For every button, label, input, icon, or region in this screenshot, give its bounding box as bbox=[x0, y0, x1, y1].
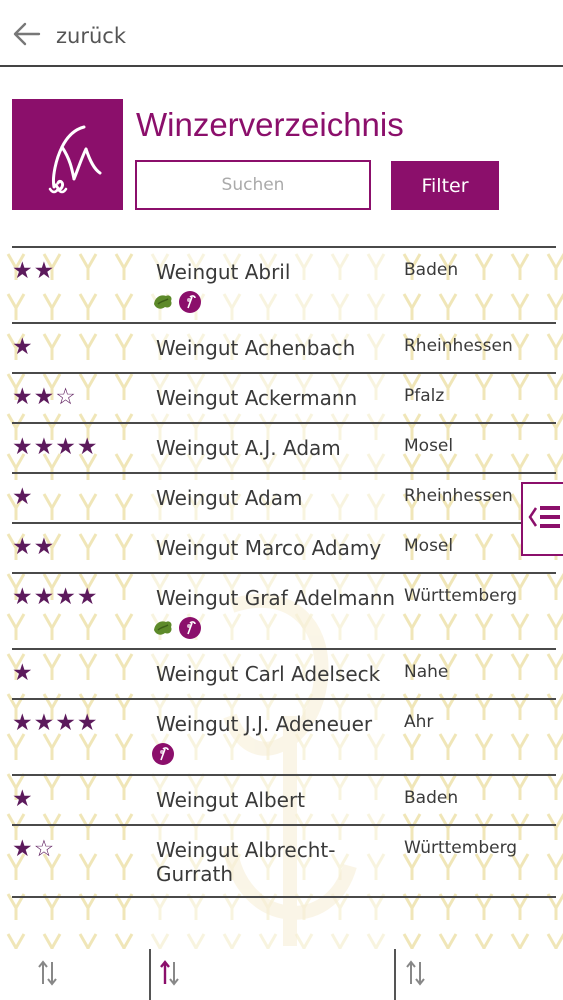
winery-row[interactable]: ★★★★ Weingut J.J. Adeneuer Ahr bbox=[12, 698, 556, 774]
star-rating: ★☆ bbox=[12, 836, 56, 862]
sort-divider bbox=[149, 949, 151, 1000]
winery-name: Weingut Adam bbox=[156, 486, 303, 510]
back-label: zurück bbox=[56, 24, 126, 48]
sort-by-region-button[interactable] bbox=[404, 949, 563, 1000]
star-rating: ★ bbox=[12, 786, 34, 812]
winery-region: Nahe bbox=[404, 662, 449, 682]
star-rating: ★★★★ bbox=[12, 434, 99, 460]
organic-icon bbox=[151, 290, 175, 314]
search-input[interactable] bbox=[135, 160, 371, 210]
winery-row[interactable]: ★★★★ Weingut Graf Adelmann Württemberg bbox=[12, 572, 556, 648]
winery-row[interactable]: ★☆ Weingut Albrecht-Gurrath Württemberg bbox=[12, 824, 556, 898]
winery-row[interactable]: ★ Weingut Carl Adelseck Nahe bbox=[12, 648, 556, 698]
grape-icon bbox=[151, 742, 175, 766]
winery-name: Weingut J.J. Adeneuer bbox=[156, 712, 373, 736]
winery-row[interactable]: ★ Weingut Albert Baden bbox=[12, 774, 556, 824]
star-rating: ★★★★ bbox=[12, 584, 99, 610]
star-rating: ★ bbox=[12, 660, 34, 686]
top-bar: zurück bbox=[0, 0, 563, 67]
winery-region: Mosel bbox=[404, 436, 454, 456]
winery-region: Rheinhessen bbox=[404, 336, 513, 356]
winery-name: Weingut Abril bbox=[156, 260, 291, 284]
winery-list[interactable]: ★★ Weingut Abril Baden ★ Weingut Achenbach Rh… bbox=[0, 246, 563, 949]
back-button[interactable]: zurück bbox=[12, 16, 126, 56]
star-rating: ★★ bbox=[12, 258, 56, 284]
star-rating: ★★★★ bbox=[12, 710, 99, 736]
star-rating: ★★ bbox=[12, 534, 56, 560]
menu-icon bbox=[528, 500, 562, 538]
sort-icon bbox=[36, 958, 60, 992]
winery-row[interactable]: ★★☆ Weingut Ackermann Pfalz bbox=[12, 372, 556, 422]
winery-badges bbox=[151, 290, 202, 314]
grape-icon bbox=[178, 290, 202, 314]
winery-name: Weingut Achenbach bbox=[156, 336, 356, 360]
page-title: Winzerverzeichnis bbox=[136, 106, 404, 143]
winery-name: Weingut A.J. Adam bbox=[156, 436, 341, 460]
winery-region: Württemberg bbox=[404, 586, 518, 606]
winery-region: Baden bbox=[404, 788, 459, 808]
sort-divider bbox=[394, 949, 396, 1000]
sort-bar bbox=[0, 949, 563, 1000]
winery-region: Baden bbox=[404, 260, 459, 280]
app-logo bbox=[12, 99, 123, 210]
winery-badges bbox=[151, 742, 175, 766]
star-rating: ★★☆ bbox=[12, 384, 77, 410]
winery-row[interactable]: ★★ Weingut Abril Baden bbox=[12, 246, 556, 322]
winery-region: Pfalz bbox=[404, 386, 445, 406]
winery-name: Weingut Graf Adelmann bbox=[156, 586, 396, 610]
sort-icon-active bbox=[158, 958, 182, 992]
filter-button[interactable]: Filter bbox=[391, 161, 499, 210]
sort-by-name-button[interactable] bbox=[158, 949, 338, 1000]
winery-name: Weingut Ackermann bbox=[156, 386, 358, 410]
winery-name: Weingut Albert bbox=[156, 788, 306, 812]
winery-row[interactable]: ★★★★ Weingut A.J. Adam Mosel bbox=[12, 422, 556, 472]
winery-region: Rheinhessen bbox=[404, 486, 513, 506]
star-rating: ★ bbox=[12, 334, 34, 360]
side-menu-tab[interactable] bbox=[521, 482, 563, 556]
sort-icon bbox=[404, 958, 428, 992]
back-arrow-icon bbox=[12, 19, 42, 53]
winery-row[interactable]: ★ Weingut Adam Rheinhessen bbox=[12, 472, 556, 522]
grape-icon bbox=[178, 616, 202, 640]
winery-name: Weingut Marco Adamy bbox=[156, 536, 382, 560]
winery-name: Weingut Carl Adelseck bbox=[156, 662, 381, 686]
winery-badges bbox=[151, 616, 202, 640]
winery-region: Ahr bbox=[404, 712, 434, 732]
winery-row[interactable]: ★ Weingut Achenbach Rheinhessen bbox=[12, 322, 556, 372]
winery-region: Mosel bbox=[404, 536, 454, 556]
star-rating: ★ bbox=[12, 484, 34, 510]
organic-icon bbox=[151, 616, 175, 640]
winery-name: Weingut Albrecht-Gurrath bbox=[156, 838, 336, 886]
winery-row[interactable]: ★★ Weingut Marco Adamy Mosel bbox=[12, 522, 556, 572]
winery-region: Württemberg bbox=[404, 838, 518, 858]
